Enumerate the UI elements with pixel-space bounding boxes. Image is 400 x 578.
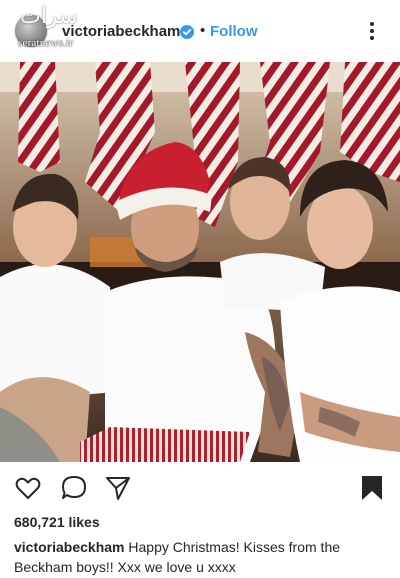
stocking-1 bbox=[18, 62, 60, 172]
verified-badge-icon bbox=[180, 25, 194, 39]
post-caption: victoriabeckham Happy Christmas! Kisses … bbox=[14, 537, 390, 577]
paper-plane-icon[interactable] bbox=[104, 474, 132, 502]
username-link[interactable]: victoriabeckham bbox=[62, 23, 180, 40]
family-christmas-photo bbox=[0, 62, 400, 462]
follow-button[interactable]: Follow bbox=[210, 23, 258, 40]
separator-dot: • bbox=[200, 22, 206, 39]
caption-username[interactable]: victoriabeckham bbox=[14, 539, 125, 555]
post-header: ﺳﺮﺍﺕ seratnews.ir victoriabeckham • Foll… bbox=[0, 0, 400, 62]
likes-count[interactable]: 680,721 likes bbox=[14, 514, 100, 530]
more-options-icon[interactable] bbox=[364, 20, 380, 42]
heart-icon[interactable] bbox=[14, 474, 42, 502]
comment-icon[interactable] bbox=[60, 474, 88, 502]
bookmark-icon[interactable] bbox=[358, 474, 386, 502]
post-photo[interactable] bbox=[0, 62, 400, 462]
profile-avatar[interactable] bbox=[14, 14, 48, 48]
post-actions bbox=[0, 462, 400, 510]
